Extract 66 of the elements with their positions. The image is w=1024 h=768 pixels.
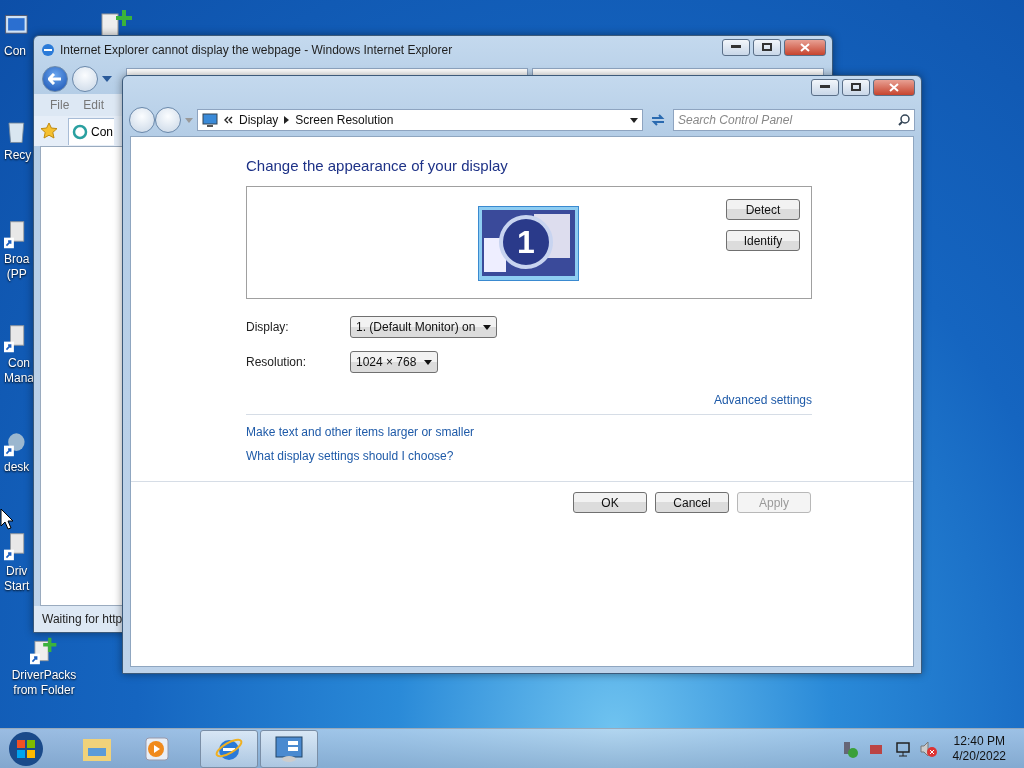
back-button[interactable] bbox=[129, 107, 155, 133]
loading-icon bbox=[72, 123, 88, 140]
side-button[interactable]: Identify bbox=[726, 230, 800, 251]
close-icon bbox=[889, 82, 899, 92]
media-player-icon bbox=[144, 735, 170, 762]
clock[interactable]: 12:40 PM 4/20/2022 bbox=[952, 733, 1006, 764]
back-button[interactable] bbox=[42, 66, 68, 92]
dialog-button[interactable]: Cancel bbox=[655, 492, 729, 513]
maximize-icon bbox=[851, 83, 861, 91]
caret-icon bbox=[102, 76, 112, 82]
star-icon[interactable] bbox=[40, 122, 58, 140]
cursor-icon bbox=[0, 508, 14, 530]
clock-date: 4/20/2022 bbox=[952, 748, 1006, 764]
search-icon bbox=[898, 114, 910, 126]
close-icon bbox=[800, 42, 810, 52]
volume-muted-icon[interactable] bbox=[918, 739, 937, 758]
minimize-icon bbox=[820, 85, 830, 89]
desktop-icon-label[interactable]: desk bbox=[4, 460, 30, 475]
forward-button[interactable] bbox=[155, 107, 181, 133]
window-title: Internet Explorer cannot display the webpage - Windows Internet Explorer bbox=[60, 43, 454, 57]
display-settings-icon bbox=[274, 734, 304, 763]
clock-time: 12:40 PM bbox=[953, 733, 1005, 749]
dialog-button[interactable]: OK bbox=[573, 492, 647, 513]
dropdown[interactable]: 1. (Default Monitor) on bbox=[350, 316, 498, 338]
help-link[interactable]: What display settings should I choose? bbox=[246, 449, 454, 463]
taskbar-button[interactable] bbox=[260, 729, 318, 768]
desktop-shortcut-icon[interactable] bbox=[30, 636, 58, 666]
field-label: Resolution: bbox=[246, 355, 308, 369]
minimize-button[interactable] bbox=[722, 38, 750, 56]
dropdown-caret-icon bbox=[483, 324, 492, 330]
maximize-button[interactable] bbox=[842, 78, 870, 96]
desktop-icon-label[interactable]: Con bbox=[4, 44, 26, 59]
breadcrumb-arrow-icon bbox=[284, 116, 290, 124]
desktop-icon-label[interactable]: Recy bbox=[4, 148, 32, 163]
address-field[interactable]: Display Screen Resolution bbox=[197, 109, 643, 131]
dropdown[interactable]: 1024 × 768 bbox=[350, 351, 439, 373]
dropdown-caret-icon bbox=[424, 359, 433, 365]
maximize-button[interactable] bbox=[753, 38, 781, 56]
browser-tab[interactable]: Con bbox=[68, 117, 114, 145]
desktop-icon-label[interactable]: Con Mana bbox=[4, 356, 35, 386]
desktop-icon-label[interactable]: DriverPacks from Folder bbox=[11, 668, 77, 698]
close-button[interactable] bbox=[873, 78, 915, 96]
monitor-number: 1 bbox=[517, 224, 535, 260]
close-button[interactable] bbox=[784, 38, 826, 56]
monitor-drawing[interactable]: 1 bbox=[478, 206, 579, 281]
minimize-icon bbox=[731, 45, 741, 49]
taskbar-button[interactable] bbox=[200, 729, 258, 768]
side-button[interactable]: Detect bbox=[726, 199, 800, 220]
search-field[interactable]: Search Control Panel bbox=[673, 109, 915, 131]
forward-button[interactable] bbox=[72, 66, 98, 92]
menu-item[interactable]: Edit bbox=[83, 98, 105, 112]
field-label: Display: bbox=[246, 320, 290, 334]
menu-item[interactable]: File bbox=[50, 98, 70, 112]
breadcrumb-item[interactable]: Display bbox=[239, 113, 279, 127]
desktop-icon-label[interactable]: Broa (PP bbox=[4, 252, 30, 282]
desktop-shortcut-icon[interactable] bbox=[100, 8, 134, 38]
page-heading: Change the appearance of your display bbox=[246, 157, 509, 174]
help-link[interactable]: Make text and other items larger or smaller bbox=[246, 425, 475, 439]
monitor-icon bbox=[202, 113, 218, 127]
advanced-settings-link[interactable]: Advanced settings bbox=[713, 393, 812, 407]
minimize-button[interactable] bbox=[811, 78, 839, 96]
breadcrumb-item[interactable]: Screen Resolution bbox=[295, 113, 394, 127]
chevrons-icon bbox=[224, 116, 233, 124]
maximize-icon bbox=[762, 43, 772, 51]
desktop-icon-label[interactable]: Driv Start bbox=[4, 564, 30, 594]
back-arrow-icon bbox=[48, 73, 62, 85]
